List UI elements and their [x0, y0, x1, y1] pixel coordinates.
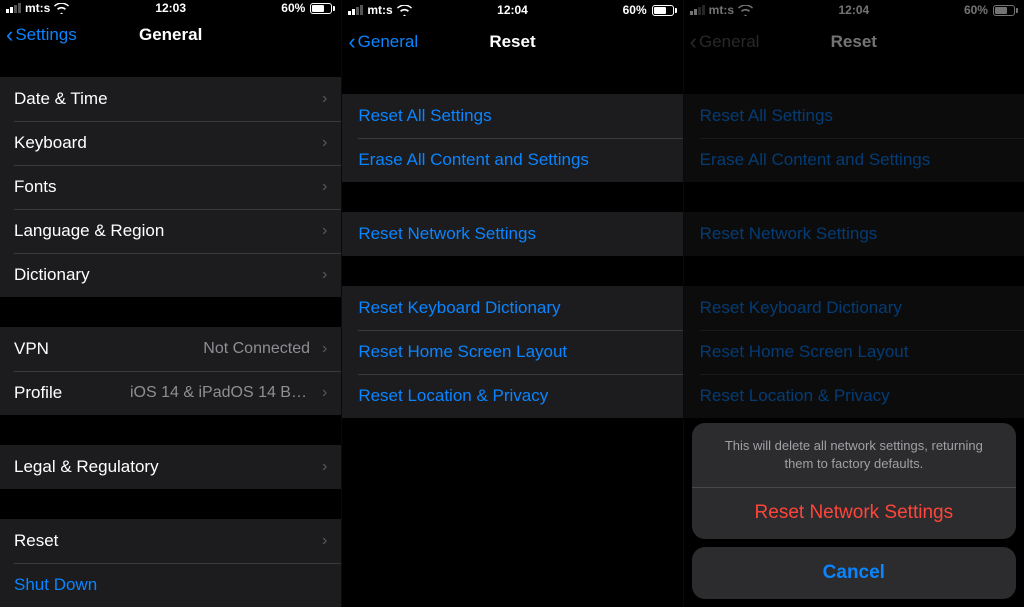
- cell-label: Reset Home Screen Layout: [358, 342, 567, 362]
- back-button[interactable]: ‹ Settings: [6, 24, 77, 46]
- cancel-button[interactable]: Cancel: [692, 547, 1016, 599]
- cell-label: Fonts: [14, 177, 57, 197]
- row-reset-location-privacy[interactable]: Reset Location & Privacy: [342, 374, 682, 418]
- row-date-time[interactable]: Date & Time ›: [0, 77, 341, 121]
- nav-bar: ‹ Settings General: [0, 17, 341, 53]
- row-dictionary[interactable]: Dictionary ›: [0, 253, 341, 297]
- cell-label: VPN: [14, 339, 49, 359]
- cell-label: Erase All Content and Settings: [358, 150, 589, 170]
- cell-label: Reset Keyboard Dictionary: [700, 298, 902, 318]
- battery-icon: [310, 3, 335, 14]
- cell-label: Reset Location & Privacy: [700, 386, 890, 406]
- cell-detail: iOS 14 & iPadOS 14 Beta Softwar…: [130, 384, 310, 402]
- cell-label: Date & Time: [14, 89, 108, 109]
- row-reset-all-settings[interactable]: Reset All Settings: [342, 94, 682, 138]
- cell-label: Reset Keyboard Dictionary: [358, 298, 560, 318]
- row-reset-home-layout[interactable]: Reset Home Screen Layout: [342, 330, 682, 374]
- back-label: General: [699, 32, 759, 52]
- screen-reset-confirm: mt:s 12:04 60% ‹ General Reset Reset All…: [683, 0, 1024, 607]
- screen-general: mt:s 12:03 60% ‹ Settings General Date &…: [0, 0, 341, 607]
- chevron-right-icon: ›: [322, 134, 327, 152]
- nav-bar: ‹ General Reset: [342, 20, 682, 64]
- wifi-icon: [738, 5, 753, 16]
- cell-label: Reset Network Settings: [358, 224, 536, 244]
- row-reset-network[interactable]: Reset Network Settings: [342, 212, 682, 256]
- row-reset-keyboard-dict[interactable]: Reset Keyboard Dictionary: [342, 286, 682, 330]
- chevron-left-icon: ‹: [690, 31, 697, 53]
- row-reset-location-privacy[interactable]: Reset Location & Privacy: [684, 374, 1024, 418]
- battery-icon: [993, 5, 1018, 16]
- row-reset-home-layout[interactable]: Reset Home Screen Layout: [684, 330, 1024, 374]
- screen-reset: mt:s 12:04 60% ‹ General Reset Reset All…: [341, 0, 682, 607]
- cell-detail: Not Connected: [203, 340, 310, 358]
- cell-label: Reset: [14, 531, 58, 551]
- row-language-region[interactable]: Language & Region ›: [0, 209, 341, 253]
- cell-label: Language & Region: [14, 221, 164, 241]
- cell-label: Reset Location & Privacy: [358, 386, 548, 406]
- cell-label: Keyboard: [14, 133, 87, 153]
- status-bar: mt:s 12:04 60%: [342, 0, 682, 20]
- status-bar: mt:s 12:04 60%: [684, 0, 1024, 20]
- cell-label: Erase All Content and Settings: [700, 150, 931, 170]
- status-bar: mt:s 12:03 60%: [0, 0, 341, 17]
- row-profile[interactable]: Profile iOS 14 & iPadOS 14 Beta Softwar……: [0, 371, 341, 415]
- cell-label: Reset All Settings: [358, 106, 491, 126]
- cell-label: Reset All Settings: [700, 106, 833, 126]
- back-button[interactable]: ‹ General: [690, 31, 760, 53]
- page-title: General: [139, 25, 202, 45]
- chevron-left-icon: ‹: [6, 24, 13, 46]
- wifi-icon: [54, 3, 69, 14]
- cell-label: Reset Home Screen Layout: [700, 342, 909, 362]
- row-fonts[interactable]: Fonts ›: [0, 165, 341, 209]
- chevron-right-icon: ›: [322, 532, 327, 550]
- row-reset[interactable]: Reset ›: [0, 519, 341, 563]
- chevron-right-icon: ›: [322, 340, 327, 358]
- sheet-message: This will delete all network settings, r…: [692, 423, 1016, 486]
- row-erase-all[interactable]: Erase All Content and Settings: [684, 138, 1024, 182]
- action-sheet: This will delete all network settings, r…: [692, 423, 1016, 599]
- cell-label: Dictionary: [14, 265, 90, 285]
- cell-label: Legal & Regulatory: [14, 457, 159, 477]
- chevron-right-icon: ›: [322, 384, 327, 402]
- row-erase-all[interactable]: Erase All Content and Settings: [342, 138, 682, 182]
- back-label: General: [358, 32, 418, 52]
- battery-percent: 60%: [964, 3, 988, 17]
- page-title: Reset: [489, 32, 535, 52]
- battery-percent: 60%: [623, 3, 647, 17]
- chevron-right-icon: ›: [322, 222, 327, 240]
- row-shutdown[interactable]: Shut Down: [0, 563, 341, 607]
- page-title: Reset: [831, 32, 877, 52]
- confirm-reset-network-button[interactable]: Reset Network Settings: [692, 487, 1016, 539]
- wifi-icon: [397, 5, 412, 16]
- row-vpn[interactable]: VPN Not Connected ›: [0, 327, 341, 371]
- carrier-label: mt:s: [367, 3, 392, 17]
- cell-label: Shut Down: [14, 575, 97, 595]
- signal-icon: [6, 3, 21, 13]
- carrier-label: mt:s: [25, 1, 50, 15]
- carrier-label: mt:s: [709, 3, 734, 17]
- chevron-right-icon: ›: [322, 90, 327, 108]
- cell-label: Reset Network Settings: [700, 224, 878, 244]
- chevron-right-icon: ›: [322, 178, 327, 196]
- chevron-right-icon: ›: [322, 266, 327, 284]
- signal-icon: [690, 5, 705, 15]
- chevron-left-icon: ‹: [348, 31, 355, 53]
- row-reset-all-settings[interactable]: Reset All Settings: [684, 94, 1024, 138]
- back-label: Settings: [15, 25, 76, 45]
- row-keyboard[interactable]: Keyboard ›: [0, 121, 341, 165]
- signal-icon: [348, 5, 363, 15]
- row-reset-keyboard-dict[interactable]: Reset Keyboard Dictionary: [684, 286, 1024, 330]
- cell-label: Profile: [14, 383, 62, 403]
- battery-icon: [652, 5, 677, 16]
- row-legal[interactable]: Legal & Regulatory ›: [0, 445, 341, 489]
- battery-percent: 60%: [281, 1, 305, 15]
- chevron-right-icon: ›: [322, 458, 327, 476]
- row-reset-network[interactable]: Reset Network Settings: [684, 212, 1024, 256]
- back-button[interactable]: ‹ General: [348, 31, 418, 53]
- nav-bar: ‹ General Reset: [684, 20, 1024, 64]
